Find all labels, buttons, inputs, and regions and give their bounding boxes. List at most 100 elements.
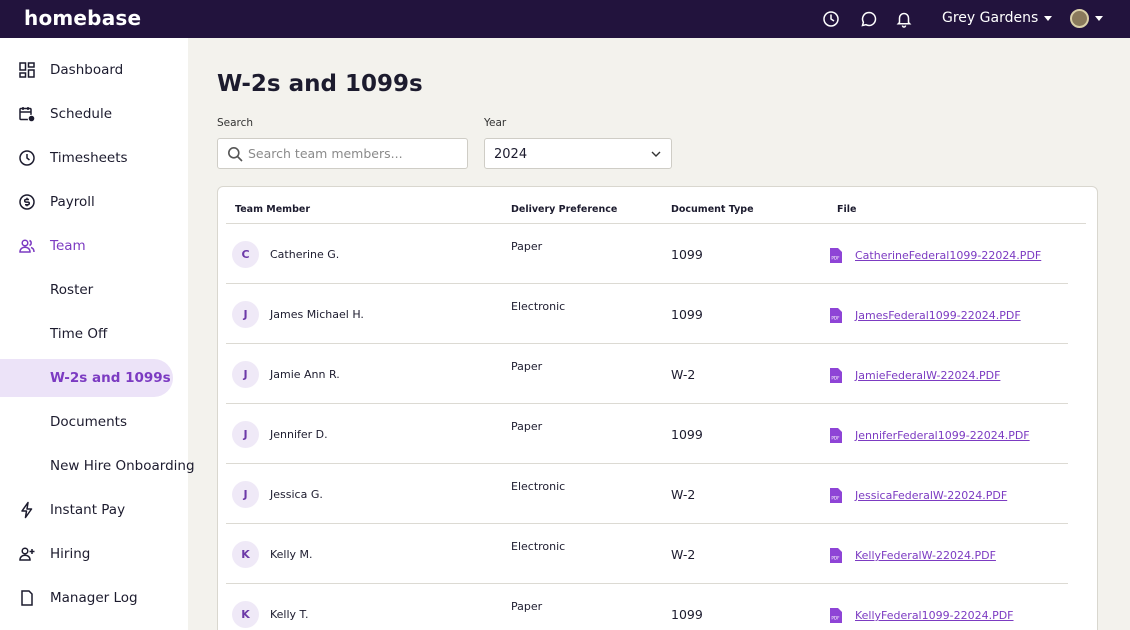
chat-icon[interactable]	[860, 10, 878, 28]
top-bar: homebase Grey Gardens	[0, 0, 1130, 38]
team-member-name: Jessica G.	[270, 488, 323, 501]
sidebar-item-documents[interactable]: Documents	[0, 403, 188, 441]
svg-text:PDF: PDF	[831, 376, 840, 381]
search-field[interactable]	[217, 138, 468, 169]
user-menu[interactable]	[1070, 9, 1103, 28]
file-link[interactable]: KellyFederalW-22024.PDF	[855, 549, 996, 562]
team-member-name: James Michael H.	[270, 308, 364, 321]
column-header-delivery-preference[interactable]: Delivery Preference	[511, 204, 617, 215]
file-link[interactable]: KellyFederal1099-22024.PDF	[855, 609, 1014, 622]
chevron-down-icon	[651, 151, 661, 157]
file-link[interactable]: JamieFederalW-22024.PDF	[855, 369, 1000, 382]
search-label: Search	[217, 117, 254, 129]
avatar-initial: C	[232, 241, 259, 268]
team-icon	[19, 239, 35, 253]
svg-text:PDF: PDF	[831, 316, 840, 321]
document-type: W-2	[671, 487, 696, 502]
sidebar-item-instant-pay[interactable]: Instant Pay	[0, 491, 188, 529]
sidebar-item-label: Manager Log	[50, 590, 138, 606]
sidebar-item-time-off[interactable]: Time Off	[0, 315, 188, 353]
sidebar-item-label: Roster	[50, 282, 94, 298]
dashboard-icon	[19, 62, 35, 78]
year-label: Year	[484, 117, 507, 129]
column-header-document-type[interactable]: Document Type	[671, 204, 754, 215]
dollar-circle-icon	[19, 194, 35, 210]
pdf-file-icon: PDF	[830, 308, 842, 323]
location-name: Grey Gardens	[942, 10, 1039, 26]
sidebar-item-label: New Hire Onboarding	[50, 458, 195, 474]
sidebar-item-label: Documents	[50, 414, 127, 430]
file-link[interactable]: JessicaFederalW-22024.PDF	[855, 489, 1007, 502]
search-input[interactable]	[248, 139, 463, 168]
svg-text:PDF: PDF	[831, 436, 840, 441]
avatar-initial: J	[232, 481, 259, 508]
table-row: J James Michael H. Electronic 1099 PDF J…	[226, 284, 1068, 344]
homebase-logo[interactable]: homebase	[24, 6, 141, 30]
team-member-name: Catherine G.	[270, 248, 340, 261]
delivery-preference: Paper	[511, 240, 543, 253]
sidebar-item-label: Team	[50, 238, 86, 254]
sidebar-item-dashboard[interactable]: Dashboard	[0, 51, 188, 89]
file-link[interactable]: JenniferFederal1099-22024.PDF	[855, 429, 1030, 442]
table-row: J Jamie Ann R. Paper W-2 PDF JamieFedera…	[226, 344, 1068, 404]
search-icon	[228, 147, 243, 162]
document-type: 1099	[671, 247, 703, 262]
team-member-name: Jennifer D.	[270, 428, 328, 441]
pdf-file-icon: PDF	[830, 248, 842, 263]
document-type: 1099	[671, 427, 703, 442]
document-type: W-2	[671, 367, 696, 382]
file-link[interactable]: CatherineFederal1099-22024.PDF	[855, 249, 1041, 262]
svg-text:PDF: PDF	[831, 496, 840, 501]
delivery-preference: Paper	[511, 420, 543, 433]
avatar	[1070, 9, 1089, 28]
chevron-down-icon	[1044, 15, 1053, 21]
table-row: C Catherine G. Paper 1099 PDF CatherineF…	[226, 224, 1068, 284]
team-member-name: Kelly M.	[270, 548, 313, 561]
pdf-file-icon: PDF	[830, 368, 842, 383]
chevron-down-icon	[1095, 16, 1103, 21]
sidebar-item-label: Dashboard	[50, 62, 124, 78]
sidebar-item-roster[interactable]: Roster	[0, 271, 188, 309]
avatar-initial: K	[232, 541, 259, 568]
svg-text:PDF: PDF	[831, 616, 840, 621]
sidebar-item-timesheets[interactable]: Timesheets	[0, 139, 188, 177]
add-user-icon	[19, 547, 35, 561]
sidebar-item-new-hire-onboarding[interactable]: New Hire Onboarding	[0, 447, 195, 485]
sidebar-item-w2s-1099s[interactable]: W-2s and 1099s	[0, 359, 173, 397]
sidebar-item-team[interactable]: Team	[0, 227, 188, 265]
year-select[interactable]: 2024	[484, 138, 672, 169]
team-member-name: Kelly T.	[270, 608, 309, 621]
column-header-file[interactable]: File	[837, 204, 856, 215]
avatar-initial: J	[232, 361, 259, 388]
location-selector[interactable]: Grey Gardens	[942, 10, 1053, 26]
avatar-initial: K	[232, 601, 259, 628]
document-type: 1099	[671, 307, 703, 322]
sidebar-item-label: Timesheets	[50, 150, 128, 166]
sidebar-item-manager-log[interactable]: Manager Log	[0, 579, 188, 617]
table-row: K Kelly M. Electronic W-2 PDF KellyFeder…	[226, 524, 1068, 584]
table-row: K Kelly T. Paper 1099 PDF KellyFederal10…	[226, 584, 1068, 630]
page-title: W-2s and 1099s	[217, 71, 423, 97]
svg-text:PDF: PDF	[831, 556, 840, 561]
file-link[interactable]: JamesFederal1099-22024.PDF	[855, 309, 1021, 322]
pdf-file-icon: PDF	[830, 428, 842, 443]
delivery-preference: Paper	[511, 600, 543, 613]
document-type: 1099	[671, 607, 703, 622]
sidebar-item-hiring[interactable]: Hiring	[0, 535, 188, 573]
bell-icon[interactable]	[895, 10, 913, 28]
document-icon	[21, 590, 33, 606]
calendar-clock-icon	[19, 107, 36, 123]
sidebar-item-label: Hiring	[50, 546, 91, 562]
sidebar-item-label: W-2s and 1099s	[50, 370, 171, 386]
column-header-team-member[interactable]: Team Member	[235, 204, 310, 215]
sidebar: Dashboard Schedule Timesheets Payroll Te…	[0, 38, 195, 630]
sidebar-item-schedule[interactable]: Schedule	[0, 95, 188, 133]
sidebar-item-label: Time Off	[50, 326, 108, 342]
delivery-preference: Electronic	[511, 540, 566, 553]
pdf-file-icon: PDF	[830, 548, 842, 563]
history-clock-icon[interactable]	[822, 10, 840, 28]
sidebar-item-label: Payroll	[50, 194, 95, 210]
avatar-initial: J	[232, 421, 259, 448]
table-row: J Jennifer D. Paper 1099 PDF JenniferFed…	[226, 404, 1068, 464]
sidebar-item-payroll[interactable]: Payroll	[0, 183, 188, 221]
